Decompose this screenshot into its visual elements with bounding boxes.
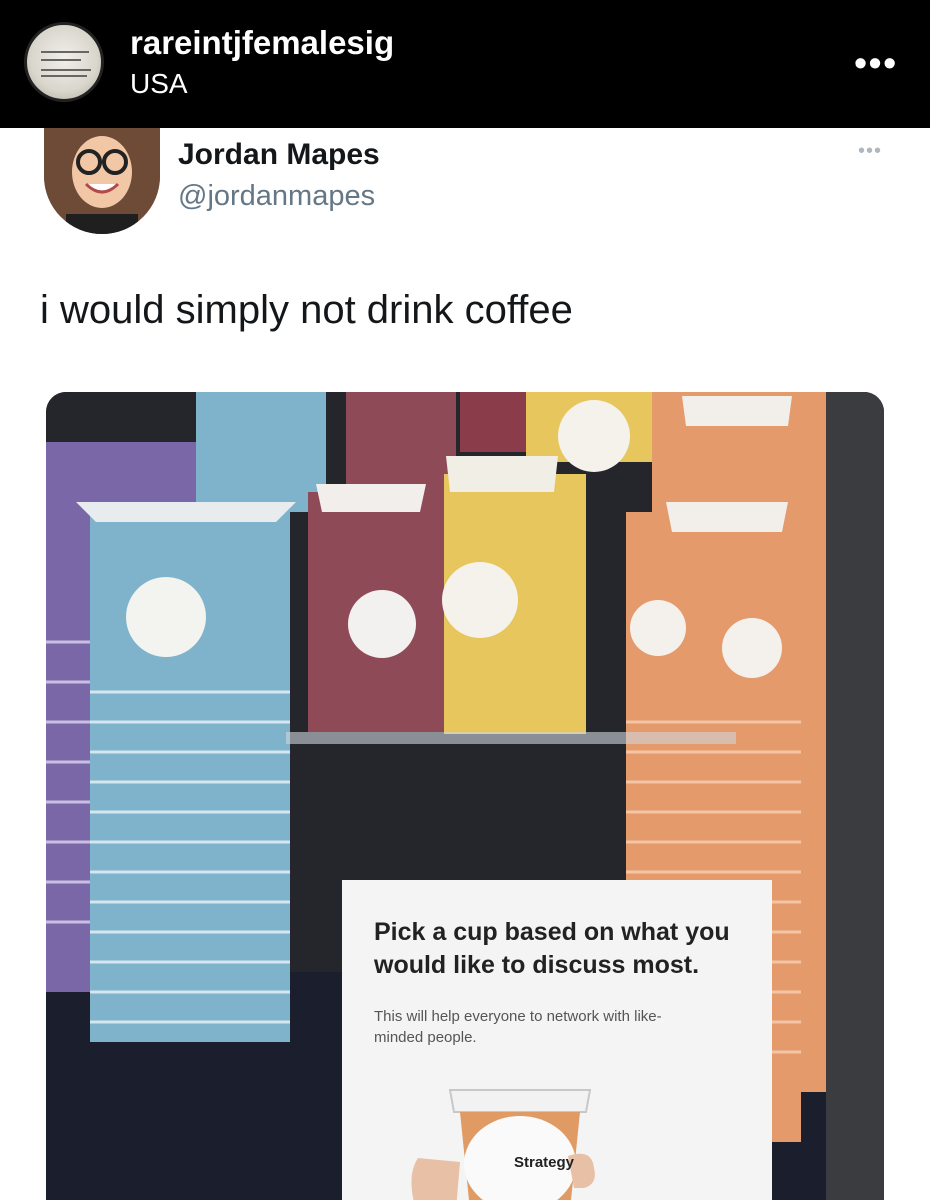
- location[interactable]: USA: [130, 68, 188, 100]
- avatar-detail: [41, 69, 91, 71]
- avatar-detail: [41, 59, 81, 61]
- display-name[interactable]: Jordan Mapes: [178, 138, 380, 172]
- sign: Pick a cup based on what you would like …: [342, 880, 772, 1200]
- avatar[interactable]: [24, 22, 104, 102]
- more-horizontal-icon[interactable]: •••: [858, 140, 882, 163]
- coffee-cup-illustration: [411, 1089, 595, 1200]
- avatar-detail: [41, 51, 89, 53]
- tweet-card: Jordan Mapes @jordanmapes ••• i would si…: [0, 128, 930, 1200]
- instagram-header: rareintjfemalesig USA •••: [0, 0, 930, 128]
- tweet-text: i would simply not drink coffee: [40, 288, 573, 332]
- sign-headline: Pick a cup based on what you would like …: [374, 918, 730, 979]
- cup-label: Strategy: [514, 1154, 575, 1171]
- sign-subtext: This will help everyone to network with …: [374, 1008, 662, 1046]
- tweet-photo[interactable]: Pick a cup based on what you would like …: [46, 392, 884, 1200]
- avatar-detail: [41, 75, 87, 77]
- username[interactable]: rareintjfemalesig: [130, 24, 394, 62]
- user-handle[interactable]: @jordanmapes: [178, 180, 375, 213]
- avatar: [44, 128, 160, 234]
- more-horizontal-icon[interactable]: •••: [854, 42, 898, 84]
